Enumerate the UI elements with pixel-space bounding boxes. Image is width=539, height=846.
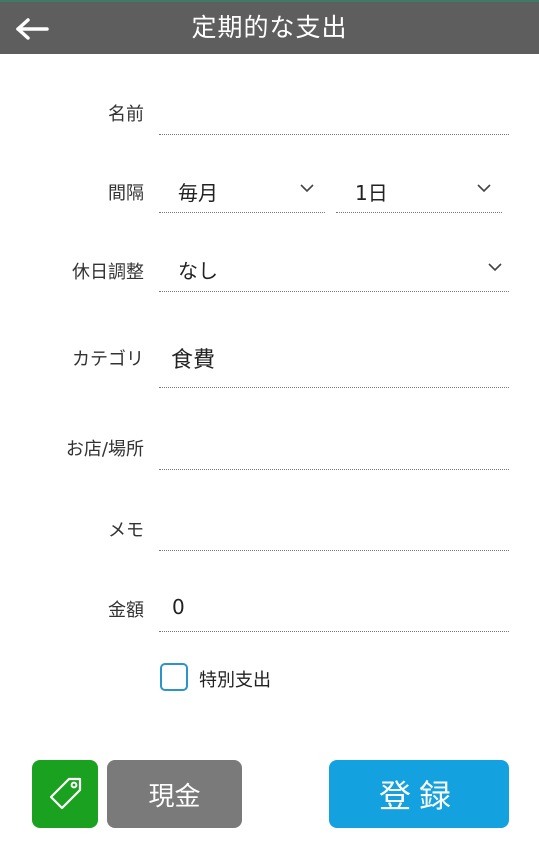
amount-label: 金額 [108,600,144,621]
holiday-adjust-label: 休日調整 [72,262,144,283]
shop-input[interactable] [159,428,509,470]
chevron-down-icon [300,184,314,193]
chevron-down-icon [477,184,491,193]
category-selector[interactable]: 食費 [159,336,509,388]
name-label: 名前 [108,104,144,125]
app-header: 定期的な支出 [0,0,539,54]
register-button[interactable]: 登録 [329,760,509,828]
category-label: カテゴリ [72,349,144,370]
name-input[interactable] [159,95,509,135]
memo-label: メモ [108,520,144,541]
special-expense-checkbox[interactable] [160,663,188,691]
interval-label: 間隔 [108,183,144,204]
special-expense-label[interactable]: 特別支出 [199,666,271,692]
holiday-adjust-value: なし [178,259,218,283]
amount-input[interactable]: 0 [159,588,509,632]
day-value: 1日 [355,181,388,205]
frequency-value: 毎月 [178,181,218,205]
tag-icon [49,777,82,810]
chevron-down-icon [488,263,502,272]
category-value: 食費 [171,348,216,373]
payment-method-button[interactable]: 現金 [107,760,242,828]
frequency-select[interactable]: 毎月 [159,171,325,213]
holiday-adjust-select[interactable]: なし [159,250,509,292]
shop-label: お店/場所 [65,439,144,460]
page-title: 定期的な支出 [191,13,348,42]
day-select[interactable]: 1日 [336,171,502,213]
tag-button[interactable] [32,760,98,828]
memo-input[interactable] [159,508,509,551]
amount-value: 0 [172,595,185,619]
